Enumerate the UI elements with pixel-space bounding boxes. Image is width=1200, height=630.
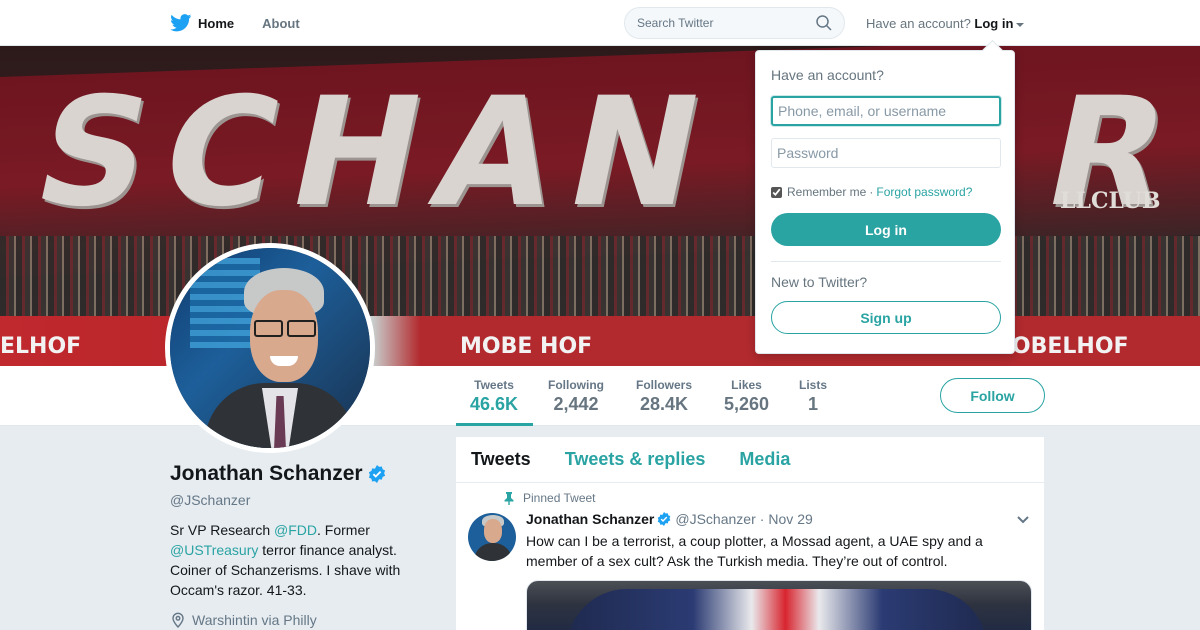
location-pin-icon [172,612,184,628]
dropdown-divider [771,261,1001,262]
remember-row: Remember me · Forgot password? [771,185,972,199]
bio-link-ustreasury[interactable]: @USTreasury [170,542,258,558]
caret-down-icon [1016,22,1025,27]
tweet-date[interactable]: Nov 29 [768,511,812,527]
tweet-avatar-face [484,519,502,543]
stat-label: Likes [731,378,762,392]
tweet-avatar-suit [474,543,512,561]
profile-bio: Sr VP Research @FDD. Former @USTreasury … [170,520,430,600]
top-nav: Home About Have an account? Log in [0,0,1200,46]
login-link[interactable]: Log in [974,16,1013,31]
verified-badge-icon [368,465,385,483]
have-account-label: Have an account? [866,16,971,31]
tweet-avatar[interactable] [468,513,516,561]
pinned-tweet[interactable]: Pinned Tweet Jonathan Schanzer @JSchanze… [456,483,1044,630]
stat-value: 5,260 [724,394,770,414]
avatar-glasses [254,320,316,337]
tab-tweets-replies[interactable]: Tweets & replies [565,449,706,470]
nav-left: Home About [170,0,328,46]
profile-handle[interactable]: @JSchanzer [170,492,430,508]
verified-badge-icon [658,512,671,526]
pin-icon [504,491,514,505]
stat-label: Tweets [474,378,514,392]
username-input[interactable] [771,96,1001,126]
chevron-down-icon[interactable] [1016,515,1030,525]
twitter-bird-icon [170,14,192,32]
tab-tweets[interactable]: Tweets [471,449,531,470]
tweet-media[interactable] [526,580,1032,630]
login-button[interactable]: Log in [771,213,1001,246]
profile-name-row: Jonathan Schanzer [170,462,430,486]
timeline: Tweets Tweets & replies Media Pinned Twe… [456,437,1044,630]
tweet-text: How can I be a terrorist, a coup plotter… [526,533,983,569]
search-box[interactable] [624,7,845,39]
nav-home-label: Home [198,15,235,31]
nav-about[interactable]: About [262,16,300,31]
signup-button[interactable]: Sign up [771,301,1001,334]
profile-location: Warshintin via Philly [170,612,430,628]
nav-about-label: About [262,15,300,31]
forgot-password-link[interactable]: Forgot password? [876,185,972,199]
location-text: Warshintin via Philly [192,612,317,628]
stat-following[interactable]: Following 2,442 [548,378,604,415]
stat-likes[interactable]: Likes 5,260 [724,378,769,415]
stat-lists[interactable]: Lists 1 [799,378,827,415]
stat-value: 28.4K [639,394,689,414]
bio-text: . Former [317,522,370,538]
stat-label: Lists [799,378,828,392]
separator: · [869,185,874,199]
dropdown-title: Have an account? [771,67,884,83]
banner-ad-text: ELHOF [0,334,82,359]
banner-ad-text: MOBE HOF [460,334,593,359]
tweet-author-handle[interactable]: @JSchanzer [675,511,755,527]
tweet-author-name[interactable]: Jonathan Schanzer [526,511,654,527]
bio-text: Sr VP Research [170,522,275,538]
tweet-media-car [567,589,987,630]
search-icon[interactable] [816,15,832,31]
remember-checkbox[interactable] [771,186,782,198]
profile-card: Jonathan Schanzer @JSchanzer Sr VP Resea… [170,462,430,628]
profile-name[interactable]: Jonathan Schanzer [170,462,363,486]
remember-label[interactable]: Remember me [787,185,866,199]
stat-tweets[interactable]: Tweets 46.6K [470,378,518,415]
stat-label: Following [548,378,604,392]
follow-button[interactable]: Follow [940,378,1045,413]
pinned-label-row: Pinned Tweet [504,491,596,505]
search-input[interactable] [637,16,816,30]
bio-link-fdd[interactable]: @FDD [274,522,317,538]
stat-value: 46.6K [470,394,519,414]
new-to-twitter-label: New to Twitter? [771,274,868,290]
tweet-header: Jonathan Schanzer @JSchanzer · Nov 29 [526,511,813,527]
stat-label: Followers [636,378,693,392]
pinned-label: Pinned Tweet [523,491,596,505]
nav-home[interactable]: Home [170,14,234,32]
banner-club-text: LLCLUB [1060,188,1161,214]
active-stat-underline [456,423,533,426]
stat-value: 1 [808,394,819,414]
profile-avatar[interactable] [165,243,375,453]
login-toggle[interactable]: Have an account? Log in [866,16,1025,31]
login-dropdown: Have an account? Remember me · Forgot pa… [755,50,1015,354]
stat-value: 2,442 [553,394,599,414]
timeline-tabs: Tweets Tweets & replies Media [456,437,1044,483]
password-input[interactable] [771,138,1001,168]
banner-letters: SCHAN [21,66,734,240]
stat-followers[interactable]: Followers 28.4K [636,378,692,415]
tab-media[interactable]: Media [739,449,790,470]
tweet-date-separator: · [759,511,765,527]
